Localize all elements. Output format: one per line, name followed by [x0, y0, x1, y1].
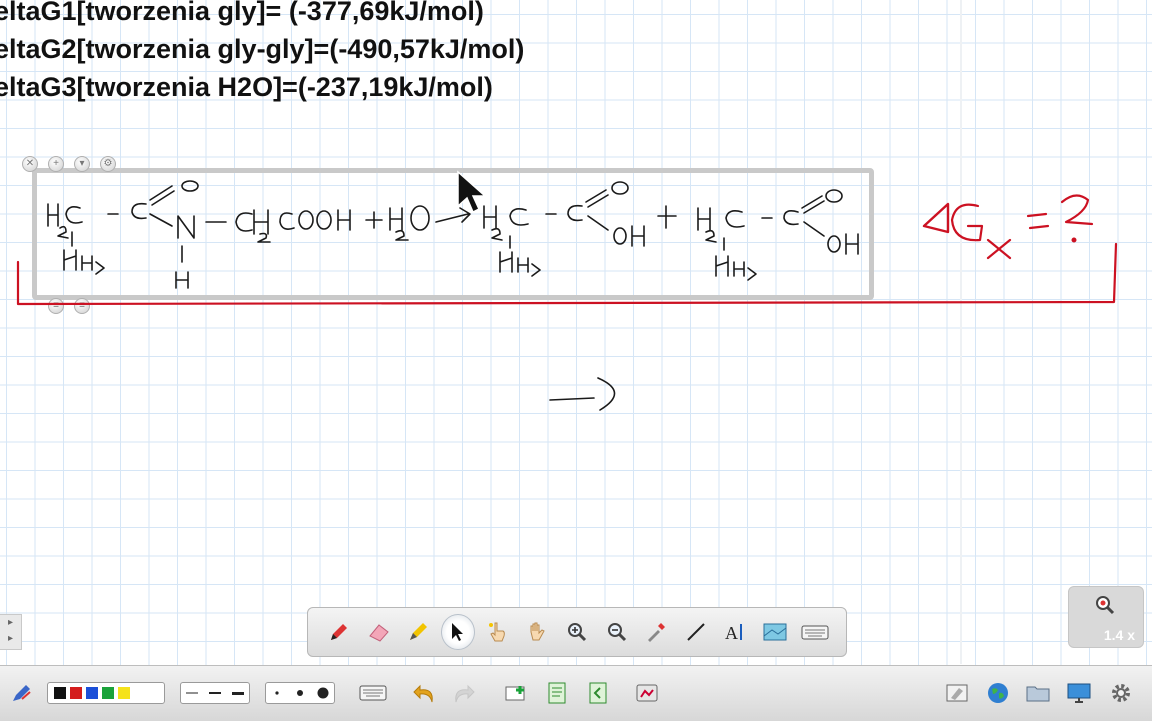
display-icon[interactable]: [1064, 680, 1094, 706]
eraser-icon[interactable]: [362, 614, 396, 650]
settings-icon[interactable]: [1106, 680, 1136, 706]
zoom-out-icon[interactable]: [600, 614, 634, 650]
select-arrow-icon[interactable]: [441, 614, 475, 650]
drawing-toolbar: A: [307, 607, 847, 657]
bottom-toolbar: [0, 665, 1152, 721]
line-style-selector[interactable]: [180, 682, 250, 704]
keyboard-icon[interactable]: [798, 614, 832, 650]
swatch-green[interactable]: [102, 687, 114, 699]
dot-small-icon[interactable]: [266, 690, 289, 696]
line-medium-icon[interactable]: [204, 691, 227, 695]
globe-icon[interactable]: [983, 680, 1013, 706]
svg-text:A: A: [725, 623, 738, 643]
zoom-level: 1.4 x: [1103, 627, 1135, 643]
folder-icon[interactable]: [1023, 680, 1053, 706]
screen-capture-icon[interactable]: [759, 614, 793, 650]
page-icon[interactable]: [543, 680, 571, 706]
swatch-black[interactable]: [54, 687, 66, 699]
handwriting-canvas: [16, 170, 1118, 411]
dot-large-icon[interactable]: [311, 687, 334, 699]
pointer-hand-icon[interactable]: [481, 614, 515, 650]
text-icon[interactable]: A: [719, 614, 753, 650]
color-picker-icon[interactable]: [640, 614, 674, 650]
add-page-icon[interactable]: [502, 680, 530, 706]
page-prev-icon[interactable]: [584, 680, 612, 706]
zoom-in-icon[interactable]: [560, 614, 594, 650]
zoom-widget[interactable]: 1.4 x: [1068, 586, 1144, 648]
mouse-cursor: [457, 170, 487, 214]
color-swatches[interactable]: [47, 682, 165, 704]
pen-settings-icon[interactable]: [8, 680, 36, 706]
dot-size-selector[interactable]: [265, 682, 335, 704]
swatch-blue[interactable]: [86, 687, 98, 699]
swatch-yellow[interactable]: [118, 687, 130, 699]
black-ink-strokes: [47, 180, 859, 411]
keyboard-icon[interactable]: [358, 680, 388, 706]
transparent-mode-icon[interactable]: [942, 680, 972, 706]
gallery-icon[interactable]: [632, 680, 662, 706]
pen-icon[interactable]: [322, 614, 356, 650]
undo-icon[interactable]: [410, 680, 438, 706]
zoom-magnifier-icon: [1096, 596, 1115, 615]
swatch-red[interactable]: [70, 687, 82, 699]
redo-icon[interactable]: [450, 680, 478, 706]
line-thin-icon[interactable]: [181, 691, 204, 695]
pan-hand-icon[interactable]: [520, 614, 554, 650]
side-panel-toggle[interactable]: ▸ ▸: [0, 614, 22, 650]
line-icon[interactable]: [679, 614, 713, 650]
highlighter-icon[interactable]: [401, 614, 435, 650]
line-thick-icon[interactable]: [226, 691, 249, 696]
dot-medium-icon[interactable]: [289, 689, 312, 697]
